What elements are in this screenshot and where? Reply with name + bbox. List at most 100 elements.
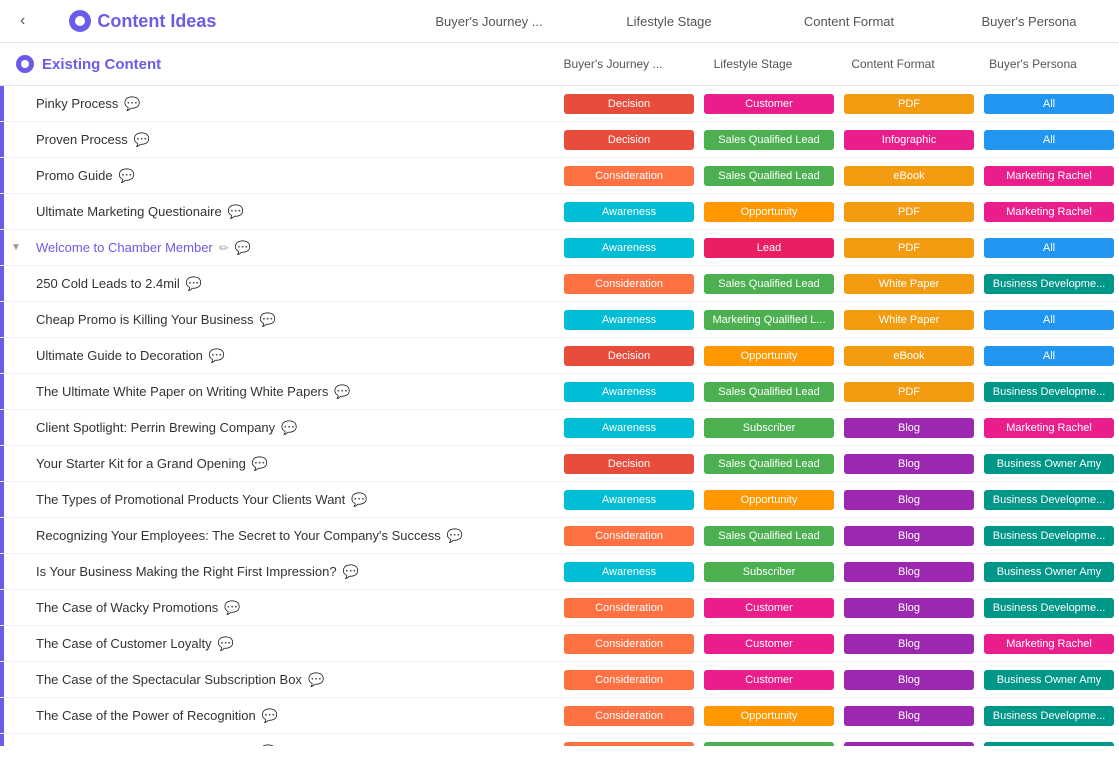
table-row: The Ultimate White Paper on Writing Whit… — [0, 374, 1119, 410]
table-cell: Awareness — [559, 197, 699, 227]
content-title-link[interactable]: Welcome to Chamber Member — [36, 240, 213, 255]
row-left-bar — [0, 734, 4, 746]
table-cell: Customer — [699, 665, 839, 695]
table-cell: PDF — [839, 377, 979, 407]
comment-icon[interactable]: 💬 — [209, 348, 225, 364]
table-cell: Opportunity — [699, 485, 839, 515]
cell-badge: Sales Qualified Lead — [704, 454, 834, 474]
cell-badge: All — [984, 238, 1114, 258]
row-cells: DecisionSales Qualified LeadInfographicA… — [559, 125, 1119, 155]
table-row: The Types of Promotional Products Your C… — [0, 482, 1119, 518]
cell-badge: Marketing Rachel — [984, 418, 1114, 438]
cell-badge: Marketing Qualified L... — [704, 742, 834, 747]
comment-icon[interactable]: 💬 — [218, 636, 234, 652]
table-row: Proven Process💬DecisionSales Qualified L… — [0, 122, 1119, 158]
cell-badge: Marketing Rachel — [984, 202, 1114, 222]
comment-icon[interactable]: 💬 — [224, 600, 240, 616]
comment-icon[interactable]: 💬 — [252, 456, 268, 472]
edit-icon[interactable]: ✏ — [219, 241, 229, 255]
cell-badge: Awareness — [564, 238, 694, 258]
row-left-bar — [0, 662, 4, 697]
table-cell: Awareness — [559, 233, 699, 263]
table-cell: Business Developme... — [979, 737, 1119, 747]
table-cell: All — [979, 233, 1119, 263]
row-left-bar — [0, 194, 4, 229]
content-title: Promo Guide — [36, 168, 113, 183]
comment-icon[interactable]: 💬 — [124, 96, 140, 112]
comment-icon[interactable]: 💬 — [228, 204, 244, 220]
comment-icon[interactable]: 💬 — [134, 132, 150, 148]
row-title: Cheap Promo is Killing Your Business💬 — [28, 306, 559, 334]
table-row: The Case of the Power of Recognition💬Con… — [0, 698, 1119, 734]
table-cell: Business Developme... — [979, 485, 1119, 515]
row-left-bar — [0, 626, 4, 661]
cell-badge: Blog — [844, 670, 974, 690]
table-cell: Business Developme... — [979, 593, 1119, 623]
cell-badge: Business Developme... — [984, 526, 1114, 546]
section-col-content-format: Content Format — [823, 57, 963, 71]
row-left-bar — [0, 158, 4, 193]
cell-badge: PDF — [844, 382, 974, 402]
table-cell: Blog — [839, 521, 979, 551]
row-title: Promo Guide 💬 — [28, 162, 559, 190]
row-left-bar — [0, 590, 4, 625]
row-title: Proven Process💬 — [28, 126, 559, 154]
comment-icon[interactable]: 💬 — [235, 240, 251, 256]
row-left-bar — [0, 446, 4, 481]
cell-badge: Blog — [844, 562, 974, 582]
table-cell: Business Owner Amy — [979, 557, 1119, 587]
comment-icon[interactable]: 💬 — [447, 528, 463, 544]
table-row: ▼Welcome to Chamber Member✏💬AwarenessLea… — [0, 230, 1119, 266]
table-cell: Opportunity — [699, 197, 839, 227]
table-cell: Sales Qualified Lead — [699, 377, 839, 407]
back-arrow-icon[interactable]: ‹ — [20, 12, 25, 30]
row-title: Pinky Process💬 — [28, 90, 559, 118]
table-cell: PDF — [839, 233, 979, 263]
table-cell: Opportunity — [699, 701, 839, 731]
cell-badge: Sales Qualified Lead — [704, 382, 834, 402]
row-left-bar — [0, 482, 4, 517]
cell-badge: eBook — [844, 346, 974, 366]
table-cell: Awareness — [559, 485, 699, 515]
table-cell: Sales Qualified Lead — [699, 269, 839, 299]
row-title: Ultimate Marketing Questionaire💬 — [28, 198, 559, 226]
table-row: Pinky Process💬DecisionCustomerPDFAll — [0, 86, 1119, 122]
cell-badge: Sales Qualified Lead — [704, 526, 834, 546]
comment-icon[interactable]: 💬 — [351, 492, 367, 508]
table-row: The Case of the Spectacular Subscription… — [0, 662, 1119, 698]
nav-column-headers: Buyer's Journey ... Lifestyle Stage Cont… — [419, 14, 1099, 29]
row-title: The Case of the Spectacular Subscription… — [28, 666, 559, 694]
cell-badge: Consideration — [564, 634, 694, 654]
row-cells: DecisionSales Qualified LeadBlogBusiness… — [559, 449, 1119, 479]
cell-badge: Blog — [844, 598, 974, 618]
row-title: Welcome to Chamber Member ✏ 💬 — [28, 234, 559, 262]
table-cell: Business Developme... — [979, 521, 1119, 551]
cell-badge: Sales Qualified Lead — [704, 166, 834, 186]
comment-icon[interactable]: 💬 — [281, 420, 297, 436]
comment-icon[interactable]: 💬 — [186, 276, 202, 292]
cell-badge: Customer — [704, 634, 834, 654]
comment-icon[interactable]: 💬 — [308, 672, 324, 688]
comment-icon[interactable]: 💬 — [260, 744, 276, 747]
row-left-bar — [0, 302, 4, 337]
content-title: The Ultimate White Paper on Writing Whit… — [36, 384, 328, 399]
comment-icon[interactable]: 💬 — [262, 708, 278, 724]
table-cell: Business Developme... — [979, 701, 1119, 731]
comment-icon[interactable]: 💬 — [334, 384, 350, 400]
row-cells: ConsiderationSales Qualified LeadWhite P… — [559, 269, 1119, 299]
table-cell: Business Owner Amy — [979, 665, 1119, 695]
table-row: Promo Guide💬ConsiderationSales Qualified… — [0, 158, 1119, 194]
table-cell: Consideration — [559, 269, 699, 299]
row-toggle[interactable]: ▼ — [4, 242, 28, 253]
row-left-bar — [0, 410, 4, 445]
cell-badge: Opportunity — [704, 346, 834, 366]
comment-icon[interactable]: 💬 — [119, 168, 135, 184]
table-cell: Blog — [839, 485, 979, 515]
cell-badge: Blog — [844, 706, 974, 726]
cell-badge: PDF — [844, 238, 974, 258]
cell-badge: Blog — [844, 742, 974, 747]
cell-badge: Opportunity — [704, 706, 834, 726]
comment-icon[interactable]: 💬 — [260, 312, 276, 328]
row-title: The Case of the Power of Recognition💬 — [28, 702, 559, 730]
comment-icon[interactable]: 💬 — [343, 564, 359, 580]
